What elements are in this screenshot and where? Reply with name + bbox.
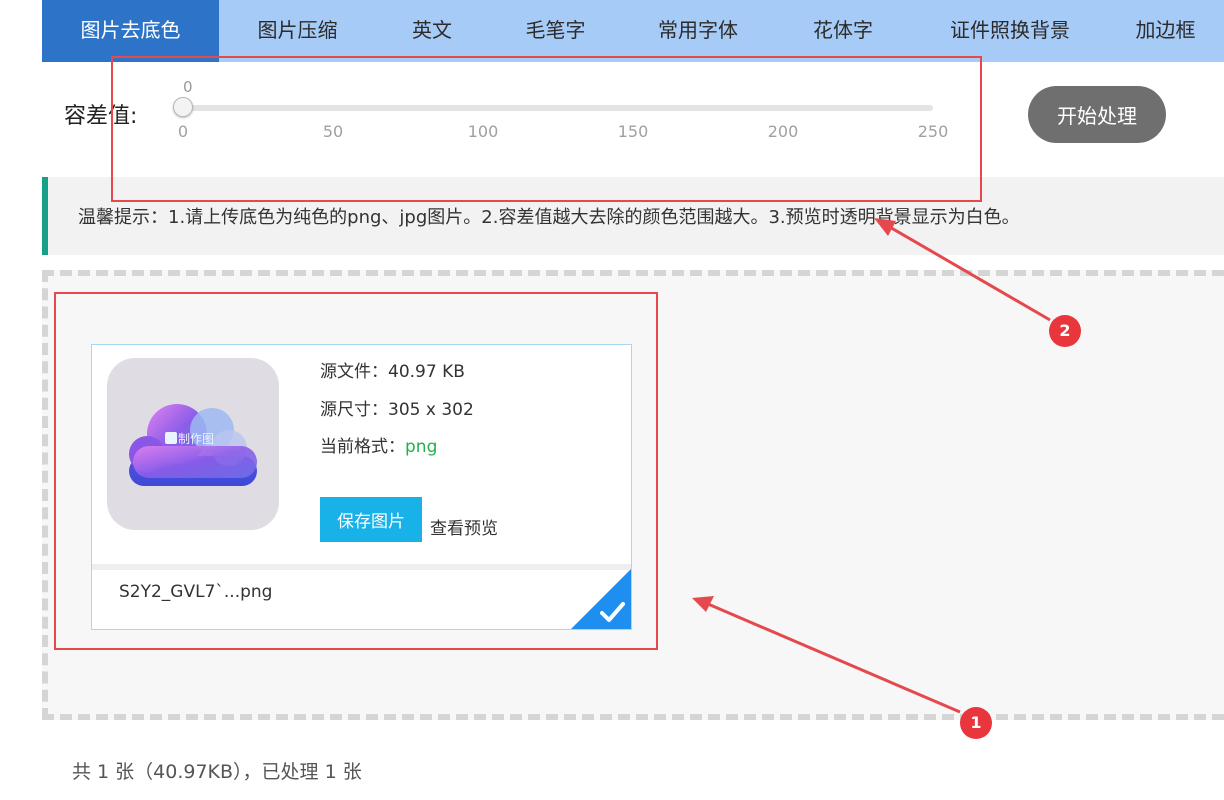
annotation-box-card: [54, 292, 658, 650]
tab-remove-background[interactable]: 图片去底色: [42, 0, 219, 62]
start-process-button[interactable]: 开始处理: [1028, 86, 1166, 143]
annotation-badge-1: 1: [960, 707, 992, 739]
tab-add-border[interactable]: 加边框: [1107, 0, 1224, 62]
tab-bar: 图片去底色 图片压缩 英文 毛笔字 常用字体 花体字 证件照换背景 加边框: [42, 0, 1224, 62]
tab-image-compress[interactable]: 图片压缩: [219, 0, 376, 62]
annotation-box-slider: [111, 56, 982, 202]
tab-id-photo-background[interactable]: 证件照换背景: [913, 0, 1107, 62]
processing-summary: 共 1 张（40.97KB），已处理 1 张: [72, 761, 362, 783]
tab-common-fonts[interactable]: 常用字体: [623, 0, 773, 62]
tab-english[interactable]: 英文: [376, 0, 488, 62]
tip-text: 温馨提示：1.请上传底色为纯色的png、jpg图片。2.容差值越大去除的颜色范围…: [78, 207, 1020, 228]
annotation-badge-2: 2: [1049, 315, 1081, 347]
tab-fancy-font[interactable]: 花体字: [773, 0, 913, 62]
tab-brush-font[interactable]: 毛笔字: [488, 0, 623, 62]
